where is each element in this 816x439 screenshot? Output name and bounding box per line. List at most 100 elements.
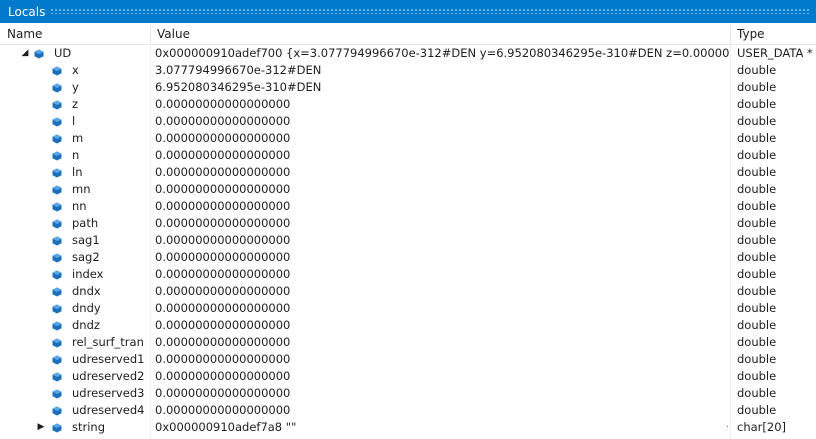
tree-row-member[interactable]: x 3.077794996670e-312#DEN double <box>0 62 816 79</box>
variable-value[interactable]: 0.00000000000000000 <box>150 130 730 147</box>
variable-type: double <box>737 284 777 298</box>
locals-window-titlebar[interactable]: Locals <box>0 0 816 23</box>
variable-name: sag2 <box>72 250 100 264</box>
field-icon <box>52 134 62 144</box>
variable-type: double <box>737 352 777 366</box>
column-header-value[interactable]: Value <box>150 25 730 44</box>
variable-value[interactable]: 0.00000000000000000 <box>150 96 730 113</box>
field-icon <box>52 185 62 195</box>
field-icon <box>52 100 62 110</box>
variable-value[interactable]: 0.00000000000000000 <box>150 215 730 232</box>
variable-value[interactable]: 6.952080346295e-310#DEN <box>150 79 730 96</box>
column-header-name[interactable]: Name <box>0 25 150 44</box>
column-header: Name Value Type <box>0 25 816 45</box>
variable-value[interactable]: 0.00000000000000000 <box>150 232 730 249</box>
tree-row-member[interactable]: udreserved2 0.00000000000000000 double <box>0 368 816 385</box>
variable-value[interactable]: 0.00000000000000000 <box>150 402 730 419</box>
tree-row-ud[interactable]: ◢ UD 0x000000910adef700 {x=3.07779499667… <box>0 45 816 62</box>
tree-row-member[interactable]: rel_surf_tran 0.00000000000000000 double <box>0 334 816 351</box>
window-title: Locals <box>8 5 46 19</box>
variable-type: double <box>737 233 777 247</box>
variable-name: index <box>72 267 104 281</box>
variable-name: l <box>72 114 76 128</box>
variable-value[interactable]: 0.00000000000000000 <box>150 164 730 181</box>
field-icon <box>52 406 62 416</box>
variable-type: double <box>737 199 777 213</box>
variable-type: double <box>737 335 777 349</box>
tree-row-member[interactable]: udreserved1 0.00000000000000000 double <box>0 351 816 368</box>
variable-name: udreserved4 <box>72 403 145 417</box>
variable-value[interactable]: 0.00000000000000000 <box>150 283 730 300</box>
object-icon <box>52 423 62 433</box>
tree-row-string[interactable]: ▶ string 0x000000910adef7a8 "" · char[20… <box>0 419 816 436</box>
variable-name: udreserved1 <box>72 352 145 366</box>
variable-type: double <box>737 148 777 162</box>
field-icon <box>52 355 62 365</box>
locals-tree: ◢ UD 0x000000910adef700 {x=3.07779499667… <box>0 45 816 436</box>
variable-value[interactable]: 0.00000000000000000 <box>150 181 730 198</box>
variable-name: udreserved3 <box>72 386 145 400</box>
variable-name: string <box>72 420 106 434</box>
variable-type: char[20] <box>737 420 786 434</box>
tree-row-member[interactable]: dndy 0.00000000000000000 double <box>0 300 816 317</box>
variable-value[interactable]: 0x000000910adef7a8 "" <box>150 419 730 436</box>
tree-row-member[interactable]: nn 0.00000000000000000 double <box>0 198 816 215</box>
field-icon <box>52 202 62 212</box>
expand-arrow-icon[interactable]: ▶ <box>36 419 46 436</box>
tree-row-member[interactable]: udreserved4 0.00000000000000000 double <box>0 402 816 419</box>
variable-name: n <box>72 148 80 162</box>
field-icon <box>52 270 62 280</box>
field-icon <box>52 389 62 399</box>
tree-row-member[interactable]: dndz 0.00000000000000000 double <box>0 317 816 334</box>
variable-type: double <box>737 97 777 111</box>
variable-value[interactable]: 0.00000000000000000 <box>150 368 730 385</box>
variable-name: x <box>72 63 79 77</box>
tree-row-member[interactable]: ln 0.00000000000000000 double <box>0 164 816 181</box>
variable-type: double <box>737 403 777 417</box>
tree-row-member[interactable]: index 0.00000000000000000 double <box>0 266 816 283</box>
field-icon <box>52 117 62 127</box>
tree-row-member[interactable]: mn 0.00000000000000000 double <box>0 181 816 198</box>
tree-row-member[interactable]: sag2 0.00000000000000000 double <box>0 249 816 266</box>
tree-row-member[interactable]: n 0.00000000000000000 double <box>0 147 816 164</box>
tree-row-member[interactable]: sag1 0.00000000000000000 double <box>0 232 816 249</box>
tree-row-member[interactable]: dndx 0.00000000000000000 double <box>0 283 816 300</box>
variable-name: z <box>72 97 79 111</box>
variable-value[interactable]: 0.00000000000000000 <box>150 113 730 130</box>
variable-type: double <box>737 267 777 281</box>
variable-value[interactable]: 0.00000000000000000 <box>150 198 730 215</box>
variable-value[interactable]: 0.00000000000000000 <box>150 385 730 402</box>
variable-value[interactable]: 3.077794996670e-312#DEN <box>150 62 730 79</box>
variable-name: y <box>72 80 79 94</box>
variable-value[interactable]: 0.00000000000000000 <box>150 147 730 164</box>
field-icon <box>52 253 62 263</box>
tree-row-member[interactable]: m 0.00000000000000000 double <box>0 130 816 147</box>
variable-name: dndx <box>72 284 101 298</box>
tree-row-member[interactable]: l 0.00000000000000000 double <box>0 113 816 130</box>
field-icon <box>52 287 62 297</box>
variable-value[interactable]: 0.00000000000000000 <box>150 317 730 334</box>
field-icon <box>52 151 62 161</box>
variable-name: rel_surf_tran <box>72 335 144 349</box>
field-icon <box>52 236 62 246</box>
tree-row-member[interactable]: z 0.00000000000000000 double <box>0 96 816 113</box>
variable-type: double <box>737 250 777 264</box>
variable-type: double <box>737 386 777 400</box>
variable-value[interactable]: 0.00000000000000000 <box>150 300 730 317</box>
field-icon <box>52 304 62 314</box>
variable-name: ln <box>72 165 83 179</box>
column-header-type[interactable]: Type <box>730 25 816 44</box>
tree-row-member[interactable]: udreserved3 0.00000000000000000 double <box>0 385 816 402</box>
collapse-arrow-icon[interactable]: ◢ <box>20 45 30 62</box>
tree-row-member[interactable]: path 0.00000000000000000 double <box>0 215 816 232</box>
variable-value[interactable]: 0.00000000000000000 <box>150 249 730 266</box>
tree-row-member[interactable]: y 6.952080346295e-310#DEN double <box>0 79 816 96</box>
variable-value[interactable]: 0.00000000000000000 <box>150 351 730 368</box>
variable-value[interactable]: 0.00000000000000000 <box>150 266 730 283</box>
field-icon <box>52 338 62 348</box>
variable-value[interactable]: 0.00000000000000000 <box>150 334 730 351</box>
field-icon <box>52 321 62 331</box>
variable-value[interactable]: 0x000000910adef700 {x=3.077794996670e-31… <box>150 45 730 62</box>
variable-name: dndy <box>72 301 101 315</box>
variable-type: double <box>737 80 777 94</box>
